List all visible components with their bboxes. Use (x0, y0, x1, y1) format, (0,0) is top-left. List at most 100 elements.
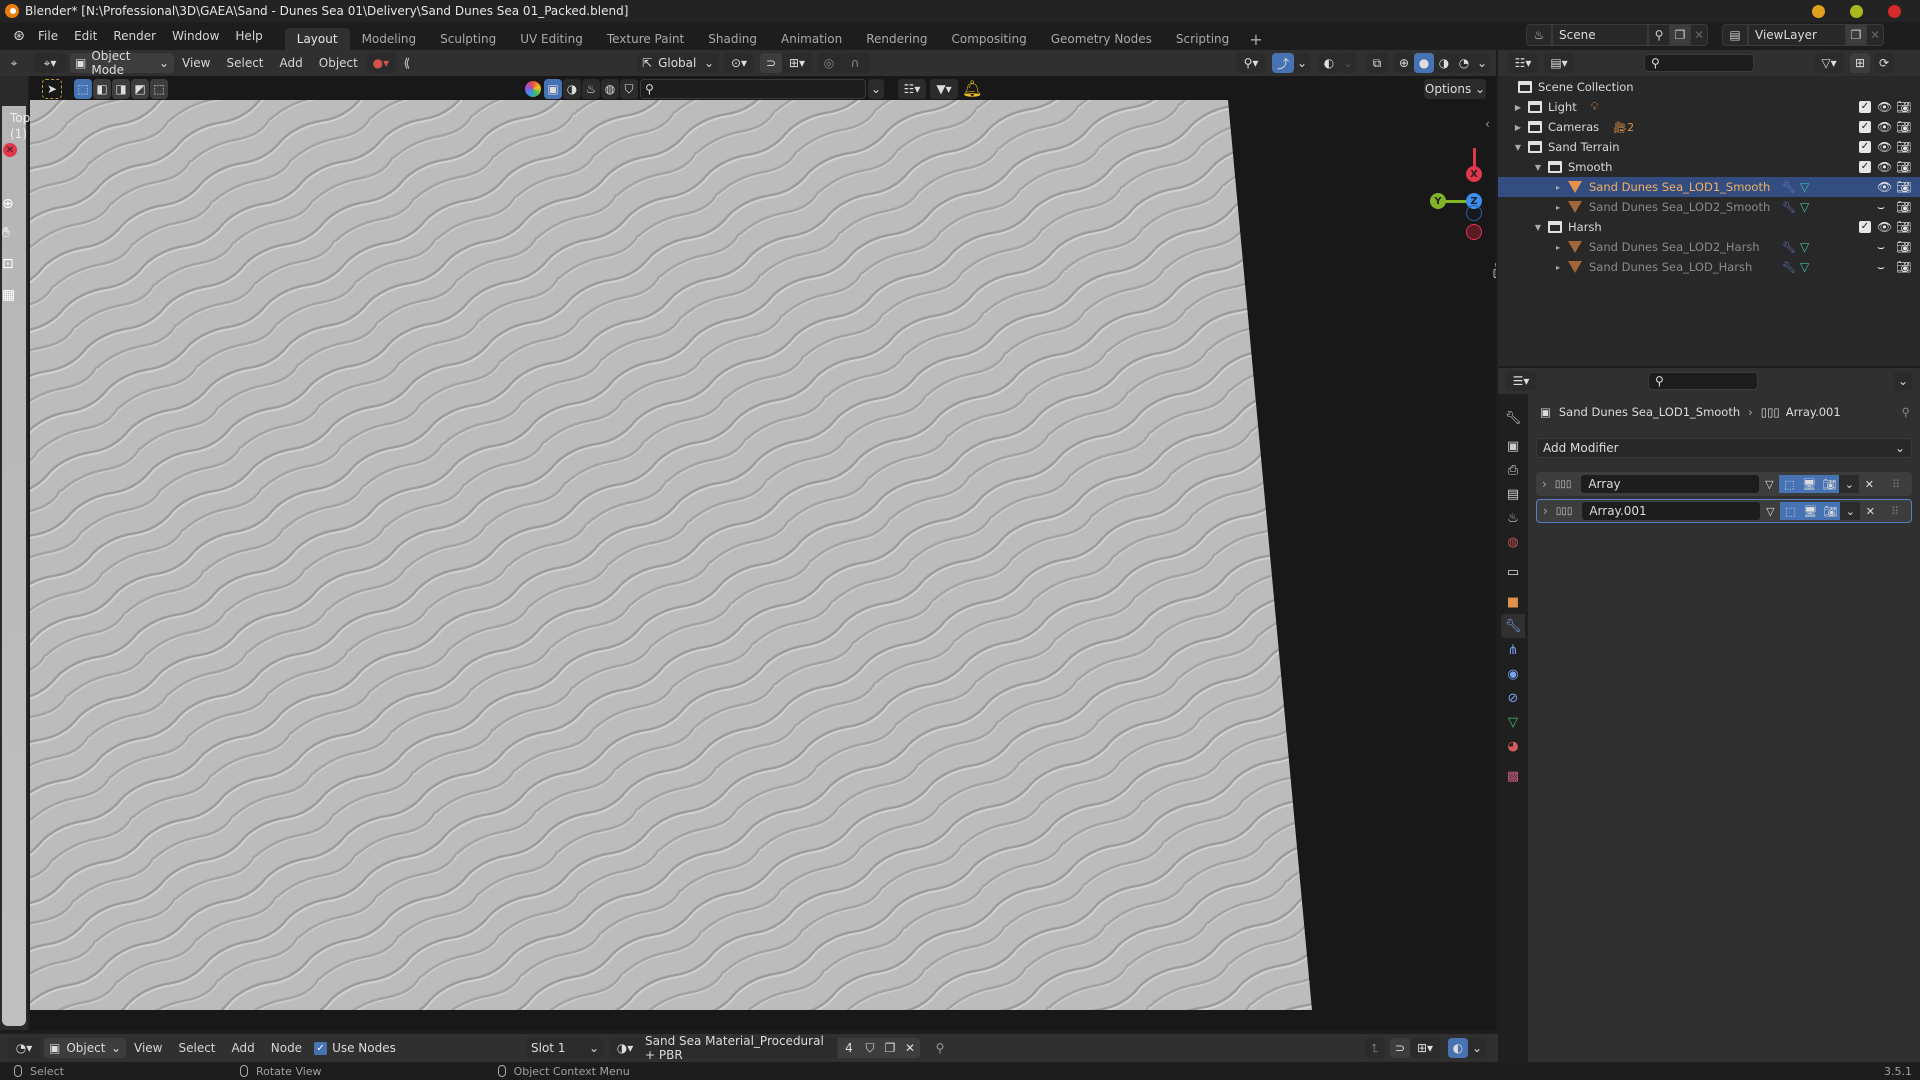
tab-output-icon[interactable]: ⎙ (1501, 458, 1525, 482)
tab-modifiers-icon[interactable]: 🔧︎ (1501, 614, 1525, 638)
drag-handle-icon[interactable]: ⠿ (1885, 502, 1905, 520)
object-type-filter-light[interactable]: ♨ (582, 79, 600, 99)
object-type-filter-mesh[interactable]: ▣ (544, 79, 562, 99)
material-users-count[interactable]: 4 (838, 1038, 860, 1058)
collection-checkbox[interactable]: ✓ (1859, 101, 1871, 113)
gizmo-neg-x-icon[interactable] (1466, 224, 1482, 240)
gizmo-dropdown[interactable]: ⌄ (1294, 53, 1310, 73)
navigation-gizmo[interactable]: X Z Y (1400, 110, 1496, 240)
mesh-data-icon[interactable]: ▽ (1800, 180, 1809, 194)
tab-data-icon[interactable]: ▽ (1501, 710, 1525, 734)
snap-target-button[interactable]: ⊞▾ (782, 53, 812, 73)
shader-overlays-dropdown[interactable]: ⌄ (1468, 1038, 1486, 1058)
outliner-row[interactable]: ▼ Harsh ✓ 👁︎ 📷︎ (1498, 217, 1920, 237)
remove-modifier-icon[interactable]: ✕ (1860, 502, 1880, 520)
select-intersect-mode[interactable]: ⬚ (150, 79, 168, 99)
eye-icon[interactable]: 👁︎ (1877, 160, 1892, 174)
eye-closed-icon[interactable]: ⌣ (1877, 240, 1885, 255)
viewport-menu-select[interactable]: Select (218, 52, 271, 74)
zoom-icon[interactable]: ⊕ (1490, 196, 1496, 222)
render-camera-icon[interactable]: 📷︎ (1896, 140, 1911, 154)
select-new-mode[interactable]: ⬚ (74, 79, 92, 99)
delete-viewlayer-button[interactable]: ✕ (1866, 24, 1884, 46)
filter-button[interactable]: ▼▾ (930, 79, 958, 99)
mesh-data-icon[interactable]: ▽ (1800, 260, 1809, 274)
expand-right-icon[interactable]: ▸ (1552, 203, 1564, 212)
tab-layout[interactable]: Layout (284, 28, 350, 50)
visibility-selectability-button[interactable]: ⚲▾ (1236, 53, 1266, 73)
modifier-menu-dropdown[interactable]: ⌄ (1840, 502, 1861, 520)
shader-menu-select[interactable]: Select (170, 1037, 223, 1059)
new-collection-button[interactable]: ⊞ (1850, 53, 1870, 73)
display-mode-button[interactable]: ☷▾ (898, 79, 926, 99)
left-strip-camera-icon[interactable]: ⊡ (2, 256, 14, 272)
render-icon[interactable]: 📷︎ (1820, 502, 1841, 520)
delete-scene-button[interactable]: ✕ (1690, 24, 1708, 46)
outliner-row[interactable]: ▸ Sand Dunes Sea_LOD2_Harsh 🔧︎ ▽ ⌣ 📷︎ (1498, 237, 1920, 257)
tab-texture-paint[interactable]: Texture Paint (595, 28, 696, 50)
modifier-wrench-icon[interactable]: 🔧︎ (1782, 261, 1796, 274)
collection-checkbox[interactable]: ✓ (1859, 161, 1871, 173)
outliner-row[interactable]: ▸ Sand Dunes Sea_LOD2_Smooth 🔧︎ ▽ ⌣ 📷︎ (1498, 197, 1920, 217)
expand-modifier-icon[interactable]: › (1543, 504, 1548, 518)
modifier-panel[interactable]: › ▯▯▯ Array ▽ ⬚ 🖥︎ 📷︎ ⌄ ✕ ⠿ (1536, 472, 1912, 496)
material-preview-button[interactable]: ◑ (1434, 53, 1454, 73)
render-camera-icon[interactable]: 📷︎ (1896, 220, 1911, 234)
tab-tool-icon[interactable]: 🔧︎ (1501, 406, 1525, 430)
object-mode-dropdown[interactable]: ▣ Object Mode ⌄ (70, 50, 174, 77)
tab-view-layer-icon[interactable]: ▤ (1501, 482, 1525, 506)
light-icon[interactable]: 💡︎ (1591, 100, 1599, 114)
parent-node-tree-button[interactable]: ⮤ (1365, 1038, 1385, 1058)
outliner-row[interactable]: ▼ Smooth ✓ 👁︎ 📷︎ (1498, 157, 1920, 177)
menu-render[interactable]: Render (105, 25, 164, 47)
mesh-data-icon[interactable]: ▽ (1800, 240, 1809, 254)
realtime-display-icon[interactable]: 🖥︎ (1800, 502, 1821, 520)
expand-down-icon[interactable]: ▼ (1512, 143, 1524, 152)
shading-dropdown[interactable]: ⌄ (1474, 53, 1490, 73)
notification-bell-icon[interactable]: 🔔︎ (962, 79, 982, 98)
shader-snap-target[interactable]: ⊞▾ (1410, 1038, 1440, 1058)
left-strip-zoom-icon[interactable]: ⊕ (2, 196, 14, 212)
tab-sculpting[interactable]: Sculpting (428, 28, 508, 50)
tab-particles-icon[interactable]: ⋔ (1501, 638, 1525, 662)
new-material-button[interactable]: ❐ (880, 1038, 900, 1058)
tab-render-icon[interactable]: ▣ (1501, 434, 1525, 458)
eye-icon[interactable]: 👁︎ (1877, 220, 1892, 234)
outliner-row[interactable]: ▸ Sand Dunes Sea_LOD_Harsh 🔧︎ ▽ ⌣ 📷︎ (1498, 257, 1920, 277)
eye-icon[interactable]: 👁︎ (1877, 100, 1892, 114)
tab-scene-icon[interactable]: ♨ (1501, 506, 1525, 530)
collection-checkbox[interactable]: ✓ (1859, 121, 1871, 133)
collection-color-icon[interactable] (525, 81, 541, 97)
render-camera-icon[interactable]: 📷︎ (1896, 180, 1911, 194)
tab-modeling[interactable]: Modeling (350, 28, 429, 50)
transform-orientation-dropdown[interactable]: ⇱ Global ⌄ (637, 53, 719, 73)
shading-ball-button[interactable]: ●▾ (365, 53, 396, 73)
viewlayer-name-field[interactable]: ViewLayer (1748, 24, 1846, 46)
tab-rendering[interactable]: Rendering (854, 28, 939, 50)
expand-modifier-icon[interactable]: › (1542, 477, 1547, 491)
slot-dropdown[interactable]: Slot 1 ⌄ (526, 1038, 604, 1058)
expand-right-icon[interactable]: ▸ (1552, 263, 1564, 272)
material-name-field[interactable]: Sand Sea Material_Procedural + PBR (640, 1034, 836, 1062)
search-options-dropdown[interactable]: ⌄ (868, 79, 884, 99)
render-camera-icon[interactable]: 📷︎ (1896, 160, 1911, 174)
viewport-menu-view[interactable]: View (174, 52, 218, 74)
collection-checkbox[interactable]: ✓ (1859, 141, 1871, 153)
shader-snap-toggle[interactable]: ⊃ (1390, 1038, 1410, 1058)
edit-mode-icon[interactable]: ⬚ (1779, 475, 1800, 493)
tab-material-icon[interactable]: ◕ (1501, 734, 1525, 758)
wireframe-shading-button[interactable]: ⊕ (1394, 53, 1414, 73)
expand-right-icon[interactable]: ▶ (1512, 123, 1524, 132)
tab-geometry-nodes[interactable]: Geometry Nodes (1039, 28, 1164, 50)
xray-toggle[interactable]: ⧉ (1366, 53, 1388, 73)
tab-collection-icon[interactable]: ▭ (1501, 560, 1525, 584)
collection-checkbox[interactable]: ✓ (1859, 221, 1871, 233)
modifier-menu-dropdown[interactable]: ⌄ (1839, 475, 1860, 493)
modifier-name-field[interactable]: Array.001 (1582, 502, 1761, 520)
modifier-wrench-icon[interactable]: 🔧︎ (1782, 201, 1796, 214)
gizmo-x-icon[interactable]: X (1466, 166, 1482, 182)
edit-mode-cage-icon[interactable]: ▽ (1760, 502, 1781, 520)
shader-menu-add[interactable]: Add (224, 1037, 263, 1059)
render-camera-icon[interactable]: 📷︎ (1896, 200, 1911, 214)
solid-shading-button[interactable]: ● (1414, 53, 1434, 73)
